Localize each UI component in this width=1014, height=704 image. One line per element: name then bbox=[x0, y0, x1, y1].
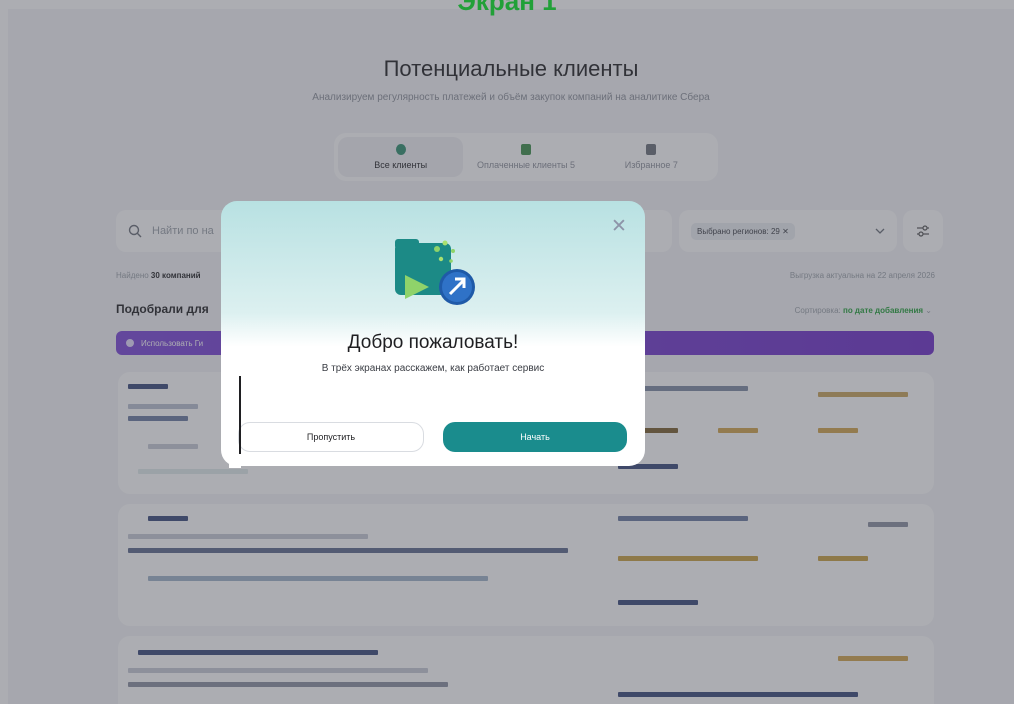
modal-title: Добро пожаловать! bbox=[347, 332, 519, 353]
welcome-modal: ✕ Добро пожаловать! В трёх экранах расск… bbox=[221, 201, 645, 466]
screen-banner: Экран 1 bbox=[457, 0, 557, 16]
screenshot-stage: Потенциальные клиенты Анализируем регуля… bbox=[0, 0, 1014, 704]
cursor-artifact bbox=[229, 376, 241, 468]
modal-subtitle: В трёх экранах расскажем, как работает с… bbox=[321, 363, 545, 374]
skip-button[interactable]: Пропустить bbox=[238, 422, 424, 452]
close-icon[interactable]: ✕ bbox=[611, 217, 627, 236]
folder-share-illustration bbox=[395, 239, 475, 305]
start-button[interactable]: Начать bbox=[443, 422, 627, 452]
